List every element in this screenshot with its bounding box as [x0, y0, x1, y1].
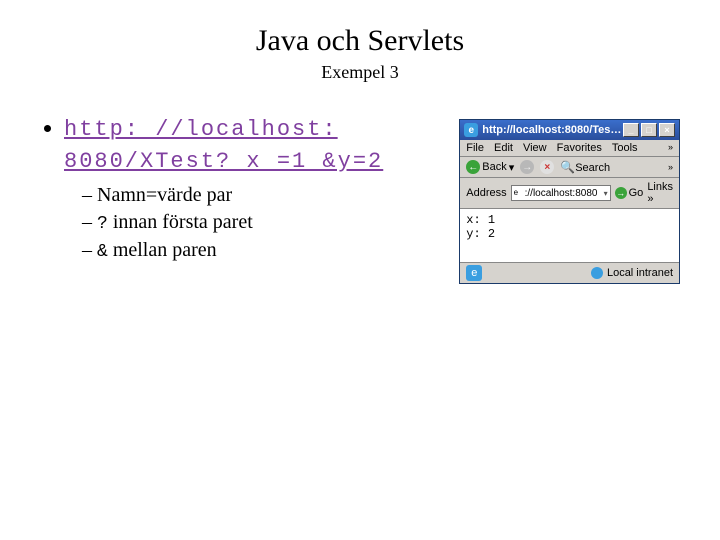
back-arrow-icon: ←	[466, 160, 480, 174]
sub-bullet: Namn=värde par	[82, 182, 449, 209]
sub-bullet: ? innan första paret	[82, 209, 449, 236]
sub-bullet-text: Namn=värde par	[97, 184, 232, 206]
maximize-button[interactable]: □	[641, 123, 657, 137]
ie-icon: e	[464, 123, 478, 137]
sub-bullet-text: innan första paret	[108, 211, 253, 233]
address-value: ://localhost:8080	[525, 188, 598, 199]
menu-tools[interactable]: Tools	[612, 142, 638, 154]
slide: Java och Servlets Exempel 3 http: //loca…	[0, 0, 720, 308]
browser-titlebar[interactable]: e http://localhost:8080/Tes… _ □ ×	[460, 120, 679, 140]
top-bullet: http: //localhost: 8080/XTest? x =1 &y=2…	[64, 113, 449, 264]
example-url-link[interactable]: http: //localhost: 8080/XTest? x =1 &y=2	[64, 117, 383, 174]
menu-edit[interactable]: Edit	[494, 142, 513, 154]
zone-indicator: Local intranet	[591, 267, 673, 279]
browser-statusbar: e Local intranet	[460, 263, 679, 283]
menu-view[interactable]: View	[523, 142, 547, 154]
menu-file[interactable]: File	[466, 142, 484, 154]
search-button[interactable]: 🔍Search	[560, 160, 610, 174]
links-button[interactable]: Links »	[647, 181, 673, 205]
body-row: http: //localhost: 8080/XTest? x =1 &y=2…	[40, 113, 680, 284]
search-label: Search	[575, 162, 610, 174]
page-icon: e	[514, 188, 525, 199]
browser-addressbar: Address e ://localhost:8080 ▾ → Go Links…	[460, 178, 679, 209]
slide-subtitle: Exempel 3	[40, 62, 680, 83]
browser-title-text: http://localhost:8080/Tes…	[482, 124, 623, 136]
browser-toolbar: ← Back ▾ → × 🔍Search »	[460, 157, 679, 178]
links-overflow-icon: »	[647, 193, 653, 205]
go-label: Go	[629, 187, 644, 199]
menu-overflow-icon[interactable]: »	[668, 142, 673, 154]
browser-content: x: 1 y: 2	[460, 209, 679, 263]
sub-bullet-mono: &	[97, 242, 108, 262]
stop-button[interactable]: ×	[540, 160, 554, 174]
back-label: Back	[482, 161, 506, 173]
ie-logo-icon: e	[466, 265, 482, 281]
content-line-2: y: 2	[466, 227, 495, 241]
menu-favorites[interactable]: Favorites	[557, 142, 602, 154]
toolbar-overflow-icon[interactable]: »	[668, 162, 673, 172]
browser-window: e http://localhost:8080/Tes… _ □ × File …	[459, 119, 680, 284]
back-dropdown-icon: ▾	[509, 161, 515, 174]
links-label: Links	[647, 181, 673, 193]
address-dropdown-icon[interactable]: ▾	[604, 189, 608, 198]
browser-menubar: File Edit View Favorites Tools »	[460, 140, 679, 157]
minimize-button[interactable]: _	[623, 123, 639, 137]
address-input[interactable]: e ://localhost:8080 ▾	[511, 185, 611, 201]
bullet-area: http: //localhost: 8080/XTest? x =1 &y=2…	[40, 113, 449, 270]
go-arrow-icon: →	[615, 187, 627, 199]
forward-button[interactable]: →	[520, 160, 534, 174]
back-button[interactable]: ← Back ▾	[466, 160, 514, 174]
close-button[interactable]: ×	[659, 123, 675, 137]
title-block: Java och Servlets Exempel 3	[40, 24, 680, 83]
sub-bullet-mono: ?	[97, 214, 108, 234]
zone-label: Local intranet	[607, 267, 673, 279]
sub-bullet-text: mellan paren	[108, 239, 217, 261]
search-icon: 🔍	[560, 160, 575, 174]
sub-bullet: & mellan paren	[82, 237, 449, 264]
address-label: Address	[466, 187, 506, 199]
content-line-1: x: 1	[466, 213, 495, 227]
slide-title: Java och Servlets	[40, 24, 680, 58]
globe-icon	[591, 267, 603, 279]
go-button[interactable]: → Go	[615, 187, 644, 199]
